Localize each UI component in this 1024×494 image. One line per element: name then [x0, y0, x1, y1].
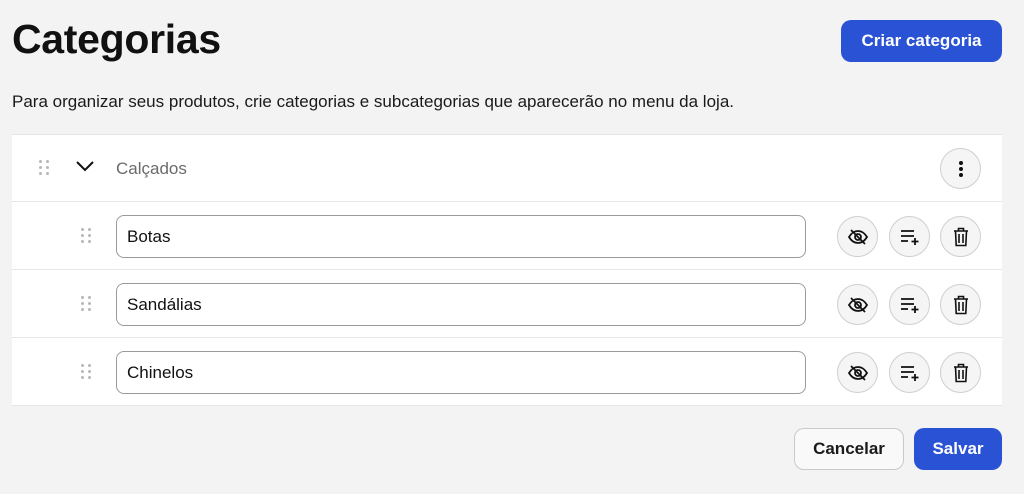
page-description: Para organizar seus produtos, crie categ… [12, 92, 734, 111]
list-add-icon [899, 228, 921, 246]
create-category-button[interactable]: Criar categoria [841, 20, 1002, 62]
delete-subcategory-button[interactable] [940, 352, 981, 393]
category-row: Calçados [12, 135, 1002, 202]
subcategory-row [12, 270, 1002, 338]
subcategory-name-input[interactable] [116, 215, 806, 258]
hide-subcategory-button[interactable] [837, 284, 878, 325]
trash-icon [953, 295, 969, 315]
add-subcategory-button[interactable] [889, 352, 930, 393]
hide-subcategory-button[interactable] [837, 216, 878, 257]
subcategory-name-input[interactable] [116, 351, 806, 394]
chevron-down-icon[interactable] [75, 159, 95, 173]
add-subcategory-button[interactable] [889, 284, 930, 325]
cancel-button[interactable]: Cancelar [794, 428, 904, 470]
eye-off-icon [847, 364, 869, 382]
delete-subcategory-button[interactable] [940, 216, 981, 257]
category-more-button[interactable] [940, 148, 981, 189]
category-name: Calçados [116, 159, 187, 178]
more-vertical-icon [958, 160, 964, 178]
drag-handle-icon[interactable] [81, 296, 91, 312]
hide-subcategory-button[interactable] [837, 352, 878, 393]
add-subcategory-button[interactable] [889, 216, 930, 257]
list-add-icon [899, 364, 921, 382]
subcategory-row [12, 338, 1002, 406]
trash-icon [953, 363, 969, 383]
page-title: Categorias [12, 16, 221, 62]
save-button[interactable]: Salvar [914, 428, 1002, 470]
delete-subcategory-button[interactable] [940, 284, 981, 325]
subcategory-row [12, 202, 1002, 270]
drag-handle-icon[interactable] [81, 228, 91, 244]
trash-icon [953, 227, 969, 247]
drag-handle-icon[interactable] [39, 160, 49, 176]
eye-off-icon [847, 228, 869, 246]
subcategory-name-input[interactable] [116, 283, 806, 326]
eye-off-icon [847, 296, 869, 314]
categories-card: Calçados [12, 134, 1002, 406]
drag-handle-icon[interactable] [81, 364, 91, 380]
list-add-icon [899, 296, 921, 314]
